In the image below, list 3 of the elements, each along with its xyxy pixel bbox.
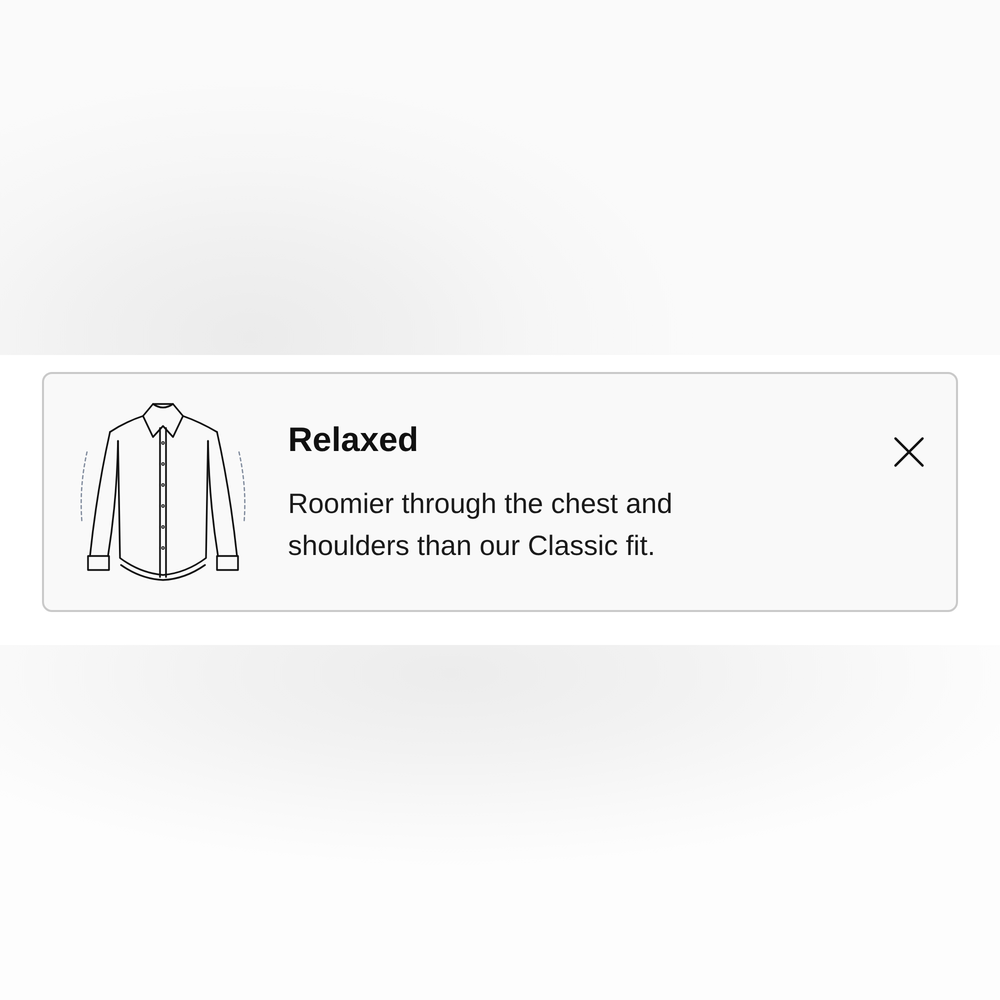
close-icon (894, 437, 924, 467)
fit-title: Relaxed (288, 420, 420, 461)
fit-description: Roomier through the chest and shoulders than our Classic fit. (288, 487, 674, 563)
